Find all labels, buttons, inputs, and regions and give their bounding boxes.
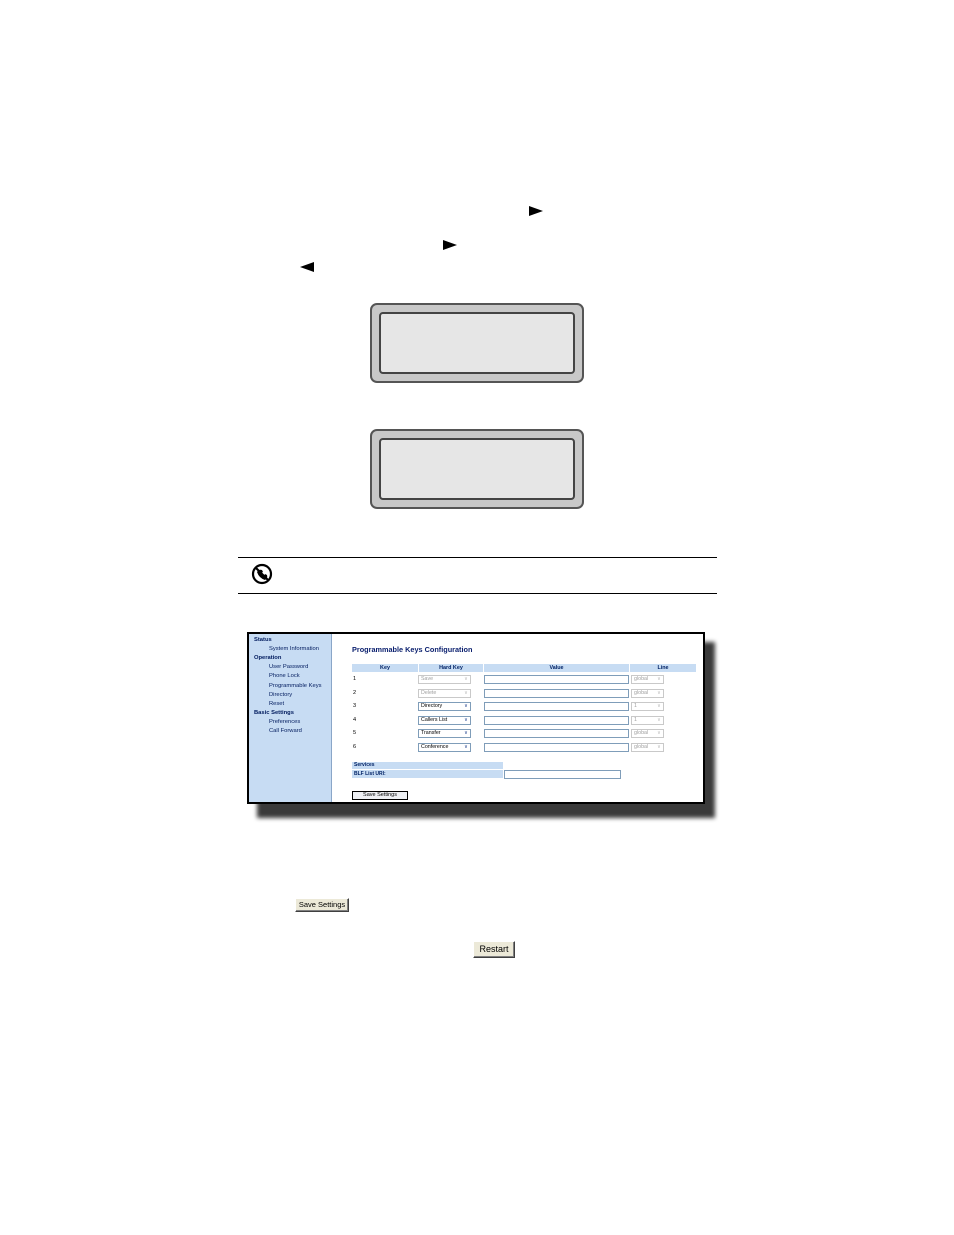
sidebar-item[interactable]: Operation <box>254 655 281 662</box>
chevron-down-icon[interactable]: ∨ <box>462 730 470 737</box>
phone-lcd-display <box>370 429 584 509</box>
chevron-down-icon[interactable]: ∨ <box>655 690 663 697</box>
hard-key-select[interactable]: Transfer ∨ <box>418 729 471 738</box>
value-input[interactable] <box>484 688 629 698</box>
hard-key-value: Directory <box>421 703 443 709</box>
hard-key-value: Conference <box>421 743 449 750</box>
hard-key-select[interactable]: Callers List ∨ <box>418 715 471 725</box>
sidebar-item[interactable]: System Information <box>269 646 319 653</box>
line-value: 1 <box>634 703 637 709</box>
line-select[interactable]: global ∨ <box>631 742 664 752</box>
phone-lcd-display <box>370 303 584 383</box>
value-input[interactable] <box>484 675 629 684</box>
restart-button[interactable]: Restart <box>473 941 515 958</box>
column-header-hard-key: Hard Key <box>419 664 483 672</box>
line-select[interactable]: 1 ∨ <box>631 715 664 725</box>
sidebar-item[interactable]: User Password <box>269 664 308 671</box>
chevron-down-icon[interactable]: ∨ <box>462 690 470 697</box>
chevron-down-icon[interactable]: ∨ <box>462 703 470 710</box>
note-top-rule <box>238 557 717 558</box>
hard-key-value: Transfer <box>421 730 441 736</box>
sidebar-item[interactable]: Status <box>254 637 272 644</box>
value-input[interactable] <box>484 702 629 711</box>
note-bottom-rule <box>238 593 717 594</box>
page-title: Programmable Keys Configuration <box>352 645 473 654</box>
chevron-down-icon[interactable]: ∨ <box>462 676 470 683</box>
blf-list-uri-label: BLF List URI: <box>352 770 503 778</box>
right-arrow-key-icon <box>529 206 543 216</box>
sidebar-item[interactable]: Preferences <box>269 719 300 726</box>
line-value: global <box>634 689 649 696</box>
right-arrow-key-icon <box>443 240 457 250</box>
sidebar-item[interactable]: Reset <box>269 701 284 708</box>
chevron-down-icon[interactable]: ∨ <box>655 744 663 751</box>
chevron-down-icon[interactable]: ∨ <box>655 703 663 710</box>
hard-key-value: Delete <box>421 689 437 696</box>
column-header-value: Value <box>484 664 629 672</box>
hard-key-value: Save <box>421 676 434 682</box>
chevron-down-icon[interactable]: ∨ <box>655 730 663 737</box>
services-header: Services <box>352 762 503 769</box>
key-number: 6 <box>353 743 357 750</box>
chevron-down-icon[interactable]: ∨ <box>462 717 470 724</box>
hard-key-select[interactable]: Save ∨ <box>418 675 471 684</box>
save-settings-button[interactable]: Save Settings <box>295 898 349 912</box>
chevron-down-icon[interactable]: ∨ <box>462 744 470 751</box>
line-value: global <box>634 730 649 736</box>
hard-key-select[interactable]: Directory ∨ <box>418 702 471 711</box>
line-select[interactable]: global ∨ <box>631 729 664 738</box>
no-symbol-phone-icon <box>251 563 273 585</box>
line-value: global <box>634 743 649 750</box>
key-number: 1 <box>353 676 357 682</box>
sidebar: Status System Information Operation User Pa… <box>249 634 332 802</box>
sidebar-item[interactable]: Programmable Keys <box>269 683 322 690</box>
hard-key-select[interactable]: Conference ∨ <box>418 742 471 752</box>
key-number: 5 <box>353 730 357 736</box>
line-select[interactable]: global ∨ <box>631 675 664 684</box>
sidebar-item[interactable]: Call Forward <box>269 728 302 735</box>
line-value: 1 <box>634 716 637 723</box>
save-settings-button[interactable]: Save Settings <box>352 791 408 800</box>
column-header-line: Line <box>630 664 696 672</box>
sidebar-item[interactable]: Phone Lock <box>269 673 300 680</box>
hard-key-select[interactable]: Delete ∨ <box>418 688 471 698</box>
sidebar-item[interactable]: Basic Settings <box>254 710 294 717</box>
chevron-down-icon[interactable]: ∨ <box>655 717 663 724</box>
line-select[interactable]: global ∨ <box>631 688 664 698</box>
value-input[interactable] <box>484 729 629 738</box>
line-select[interactable]: 1 ∨ <box>631 702 664 711</box>
value-input[interactable] <box>484 715 629 725</box>
column-header-key: Key <box>352 664 418 672</box>
blf-list-uri-input[interactable] <box>504 770 621 779</box>
left-arrow-key-icon <box>300 262 314 272</box>
sidebar-item[interactable]: Directory <box>269 692 292 699</box>
key-number: 2 <box>353 689 357 696</box>
web-ui-screenshot: Status System Information Operation User Pa… <box>247 632 705 804</box>
line-value: global <box>634 676 649 682</box>
chevron-down-icon[interactable]: ∨ <box>655 676 663 683</box>
hard-key-value: Callers List <box>421 716 448 723</box>
value-input[interactable] <box>484 742 629 752</box>
key-number: 4 <box>353 716 357 723</box>
key-number: 3 <box>353 703 357 709</box>
